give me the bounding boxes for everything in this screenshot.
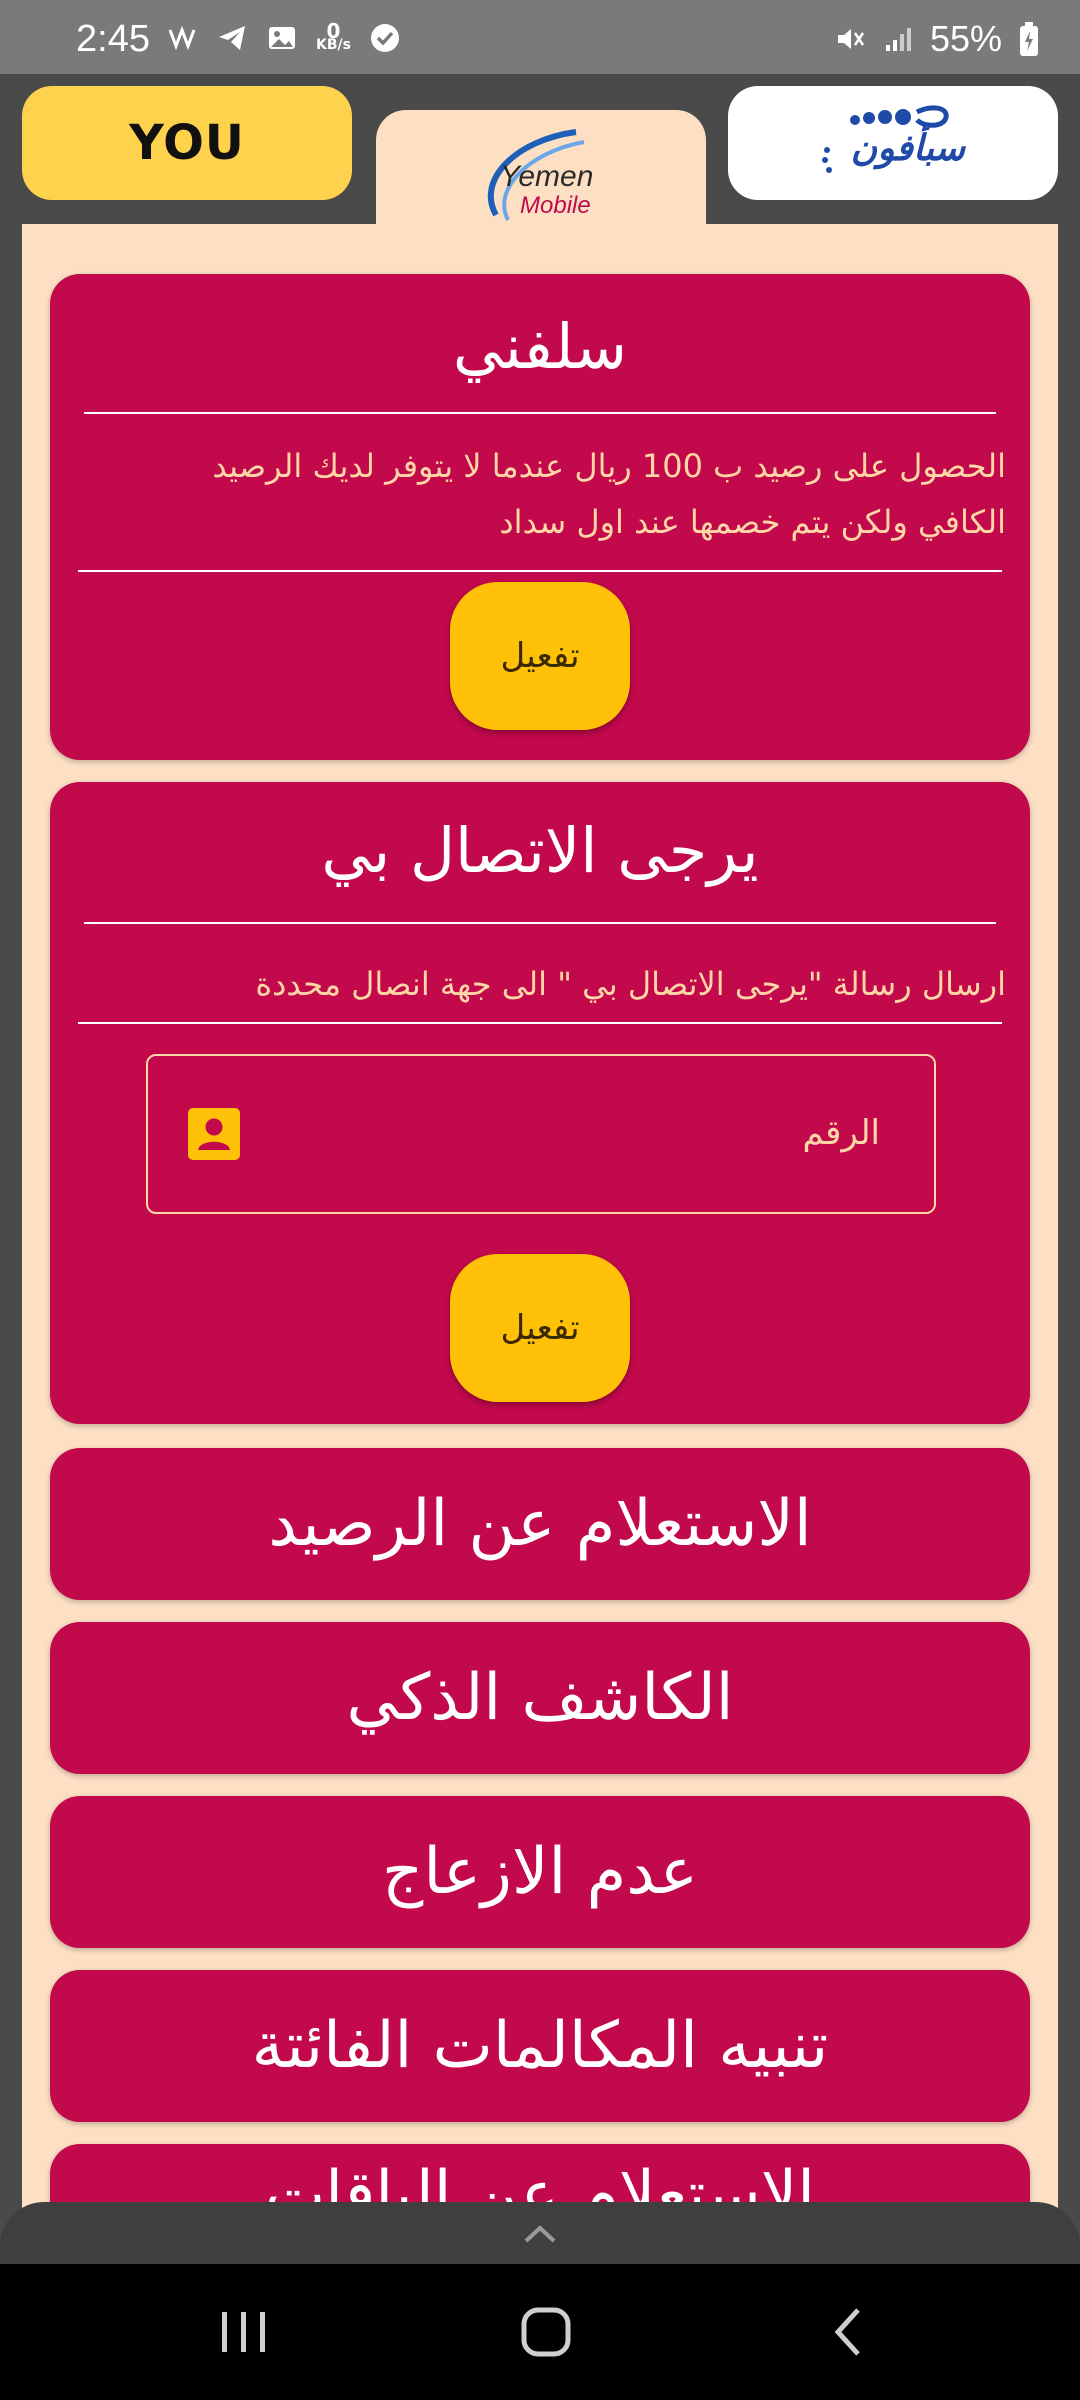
check-circle-icon [370,24,399,52]
mute-icon [837,29,864,49]
phone-number-field[interactable] [146,1054,936,1214]
network-speed: 0 KB/s [316,19,351,53]
telegram-icon [219,26,245,50]
services-list: سلفني الحصول على رصيد ب 100 ريال عندما ل… [22,224,1058,2264]
yemen-mobile-logo-subtext: Mobile [520,192,591,219]
call-me-divider-top [84,922,996,924]
menu-item-missed-calls-alert[interactable]: تنبيه المكالمات الفائتة [50,1970,1030,2122]
nav-back-button[interactable] [778,2264,918,2400]
nav-home-button[interactable] [476,2264,616,2400]
menu-item-do-not-disturb[interactable]: عدم الازعاج [50,1796,1030,1948]
salifni-activate-button[interactable]: تفعيل [450,582,630,730]
tab-sabafon[interactable]: سبأفون [728,86,1058,200]
yemen-mobile-logo-text: Yemen [500,160,594,193]
salifni-card: سلفني الحصول على رصيد ب 100 ريال عندما ل… [50,274,1030,760]
menu-item-label: عدم الازعاج [382,1835,698,1909]
home-icon [521,2307,571,2357]
tab-yemen-mobile[interactable]: Yemen Mobile [376,110,706,240]
yemen-mobile-logo: Yemen Mobile [466,120,616,230]
salifni-divider-top [84,412,996,414]
contact-icon[interactable] [188,1108,240,1160]
menu-item-label: الكاشف الذكي [346,1661,734,1735]
tab-you-label: YOU [129,115,245,171]
battery-percent: 55% [929,18,1002,59]
recents-icon [222,2312,265,2352]
salifni-divider-bottom [78,570,1002,572]
call-me-card: يرجى الاتصال بي ارسال رسالة "يرجى الاتصا… [50,782,1030,1424]
menu-item-balance-inquiry[interactable]: الاستعلام عن الرصيد [50,1448,1030,1600]
call-me-activate-button[interactable]: تفعيل [450,1254,630,1402]
data-saver-icon [168,25,196,51]
gallery-icon [269,27,295,49]
back-icon [834,2308,860,2356]
notification-icons: 0 KB/s [166,19,401,54]
call-me-divider-bottom [78,1022,1002,1024]
signal-icon [885,28,911,51]
status-time: 2:45 [76,18,150,60]
phone-number-input[interactable] [258,1092,882,1174]
status-bar: 2:45 0 KB/s 55% [0,0,1080,74]
call-me-title: يرجى الاتصال بي [321,814,759,887]
menu-item-label: الاستعلام عن الرصيد [268,1487,812,1561]
tab-you[interactable]: YOU [22,86,352,200]
call-me-description: ارسال رسالة "يرجى الاتصال بي " الى جهة ا… [255,965,1006,1003]
system-icons: 55% [834,18,1040,60]
operator-tabs: YOU Yemen Mobile سبأفون [0,74,1080,240]
battery-charging-icon [1020,22,1038,56]
sabafon-logo-text: سبأفون [850,128,965,169]
chevron-up-icon[interactable] [520,2221,560,2245]
system-navigation-bar [0,2264,1080,2400]
salifni-description: الحصول على رصيد ب 100 ريال عندما لا يتوف… [212,447,1006,541]
bottom-sheet-handle[interactable] [0,2202,1080,2264]
salifni-title: سلفني [452,310,628,383]
nav-recents-button[interactable] [174,2264,314,2400]
menu-item-smart-detector[interactable]: الكاشف الذكي [50,1622,1030,1774]
sabafon-logo: سبأفون [813,98,973,188]
menu-item-label: تنبيه المكالمات الفائتة [251,2009,829,2083]
